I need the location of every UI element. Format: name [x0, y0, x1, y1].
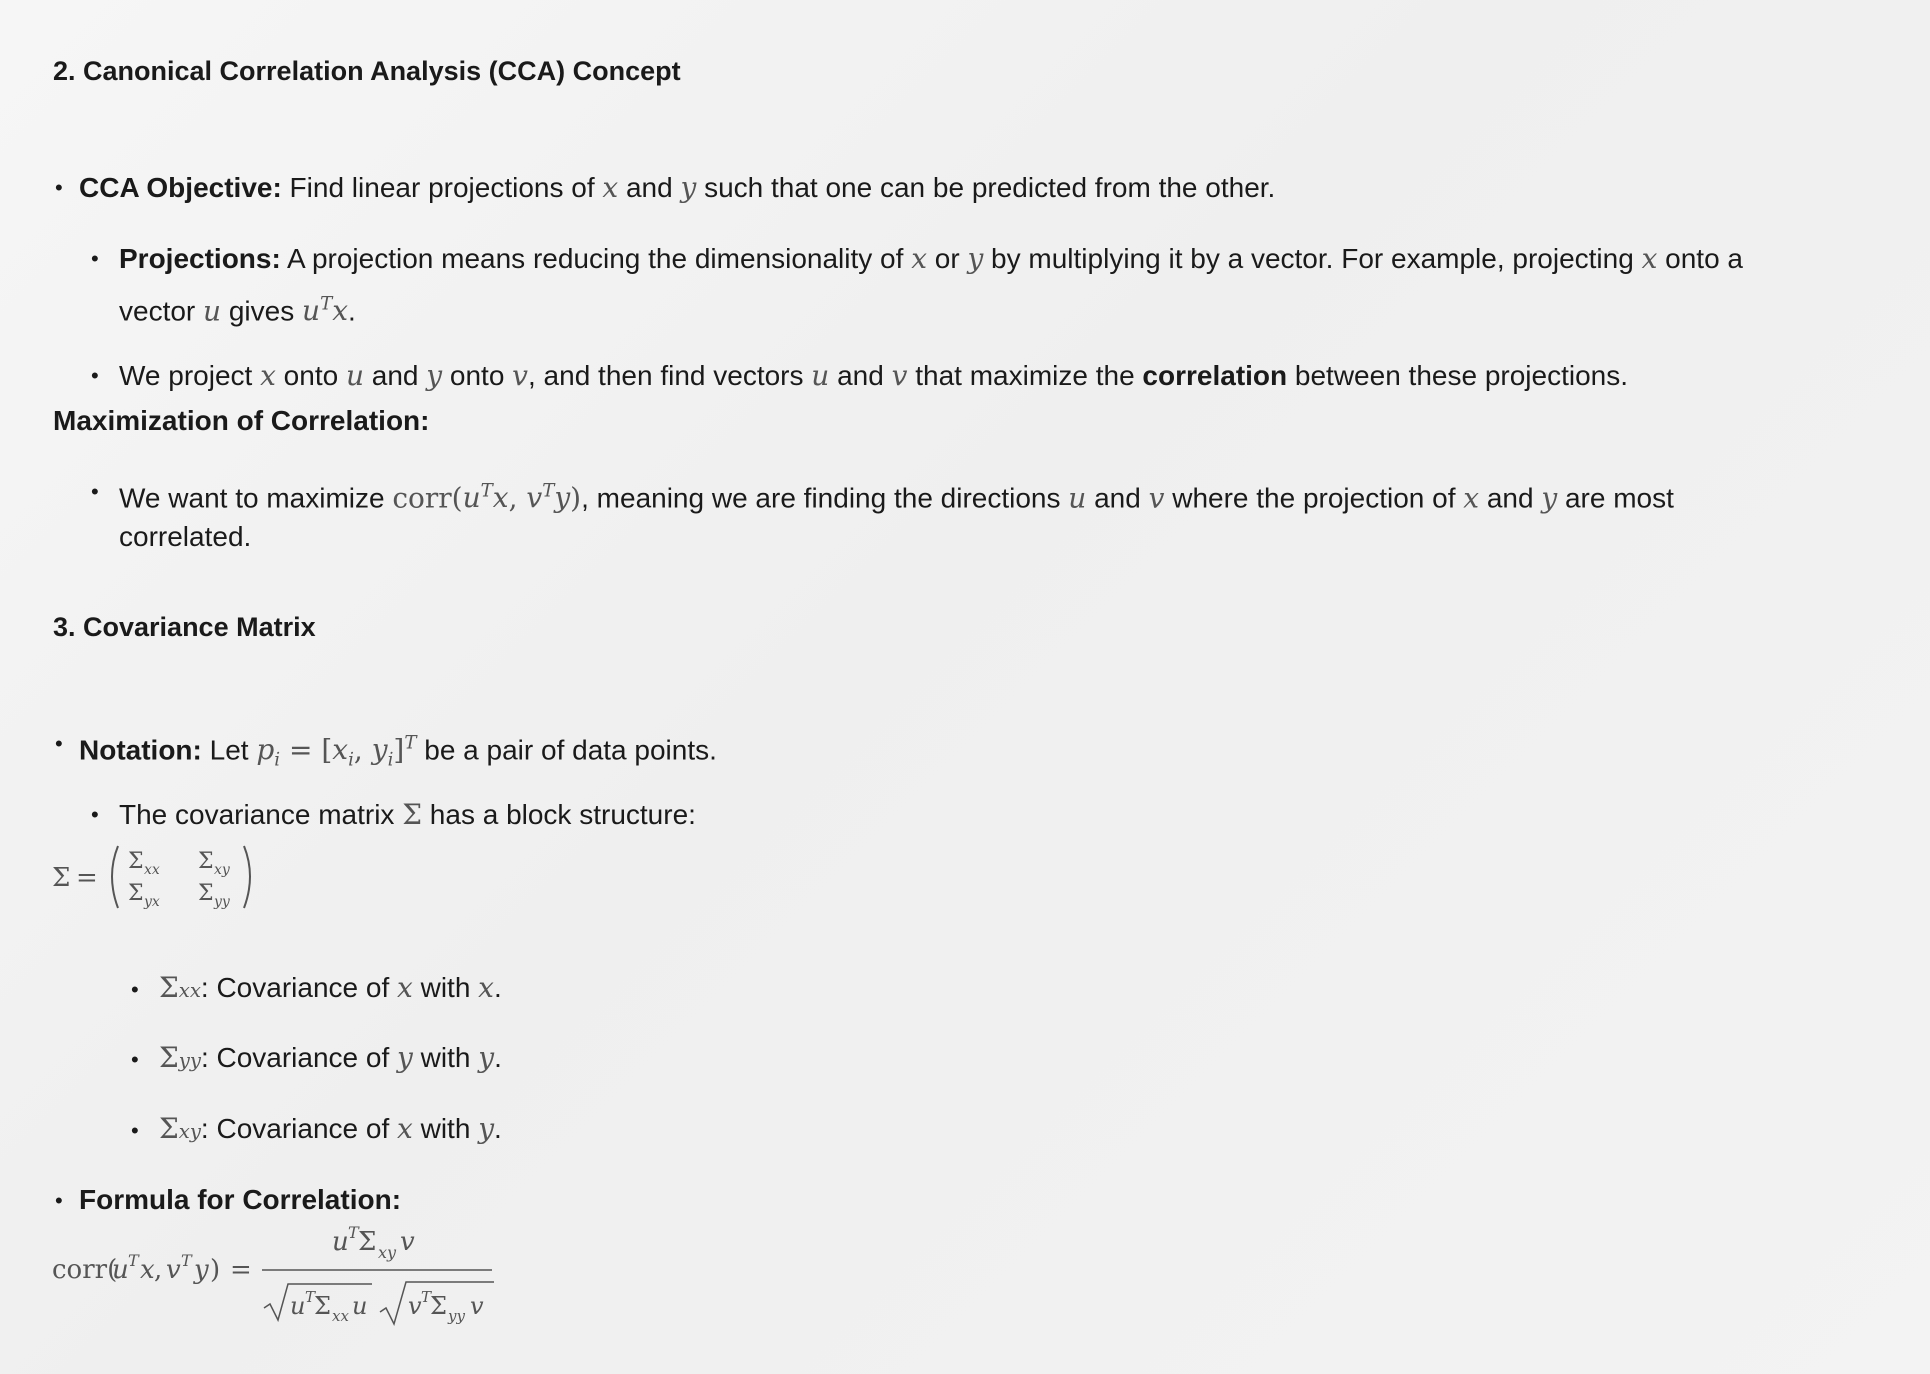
text: : Covariance of — [200, 1113, 398, 1144]
covariance-item: The covariance matrix Σ has a block stru… — [119, 798, 696, 831]
correlation-bold: correlation — [1142, 360, 1288, 391]
svg-text:corr(: corr( — [52, 1255, 117, 1285]
text: The covariance matrix — [119, 799, 403, 830]
svg-text:y: y — [193, 1255, 209, 1285]
svg-text:): ) — [210, 1255, 220, 1285]
svg-text:xy: xy — [378, 1243, 397, 1262]
cca-objective-label: CCA Objective: — [79, 172, 282, 203]
sigma-xx-item: Σxx: Covariance of x with x. — [159, 971, 502, 1004]
text: : Covariance of — [200, 1042, 398, 1073]
svg-text:Σ: Σ — [128, 881, 144, 906]
svg-text:x: x — [140, 1255, 155, 1285]
text: and — [1479, 482, 1542, 514]
sigma-yy-item: Σyy: Covariance of y with y. — [159, 1041, 502, 1074]
text: are most — [1557, 482, 1674, 514]
text: . — [348, 295, 356, 327]
cca-objective-item: CCA Objective: Find linear projections o… — [79, 171, 1276, 204]
svg-text:yy: yy — [213, 894, 231, 910]
text: and — [1086, 482, 1149, 514]
text: , meaning we are finding the directions — [581, 482, 1069, 514]
svg-text:=: = — [230, 1255, 252, 1285]
svg-text:yx: yx — [143, 894, 160, 910]
text: between these projections. — [1287, 360, 1629, 391]
bullet-dot: • — [91, 246, 99, 271]
notation-item: Notation: Let pi = [xi, yi]T be a pair o… — [79, 733, 717, 771]
bullet-dot: • — [91, 802, 99, 827]
svg-text:xx: xx — [144, 862, 160, 878]
text: onto a — [1657, 243, 1744, 274]
text: Let — [201, 734, 257, 766]
projections-item: Projections: A projection means reducing… — [119, 242, 1744, 275]
section-3-heading: 3. Covariance Matrix — [53, 612, 316, 642]
bullet-dot: • — [131, 1118, 139, 1143]
text: that maximize the — [907, 360, 1143, 391]
maximize-item: We want to maximize corr(uTx, vTy), mean… — [119, 481, 1674, 515]
svg-text:Σ: Σ — [314, 1292, 331, 1320]
text: onto — [275, 360, 346, 391]
svg-text:=: = — [76, 863, 98, 893]
svg-text:u: u — [290, 1292, 305, 1320]
text: be a pair of data points. — [416, 734, 717, 766]
text: A projection means reducing the dimensio… — [280, 243, 912, 274]
bullet-dot: • — [55, 731, 63, 756]
text: with — [412, 972, 479, 1003]
correlation-formula: corr( u T x , v T y ) = u T Σ xy v u T Σ… — [52, 1223, 494, 1327]
svg-text:v: v — [166, 1255, 181, 1285]
svg-text:xx: xx — [332, 1307, 349, 1325]
text: with — [412, 1042, 479, 1073]
svg-text:u: u — [352, 1292, 367, 1320]
svg-text:Σ: Σ — [358, 1227, 376, 1257]
svg-text:Σ: Σ — [128, 849, 144, 874]
text: such that one can be predicted from the … — [696, 172, 1276, 203]
text: Find linear projections of — [281, 172, 603, 203]
bullet-dot: • — [91, 479, 99, 504]
maximize-item-cont: correlated. — [119, 521, 252, 552]
text: We want to maximize — [119, 482, 393, 514]
text: gives — [221, 295, 303, 327]
svg-text:xy: xy — [214, 862, 231, 878]
text: and — [364, 360, 427, 391]
text: : Covariance of — [200, 972, 398, 1003]
svg-text:,: , — [154, 1255, 162, 1285]
formula-item: Formula for Correlation: — [79, 1184, 402, 1215]
text: by multiplying it by a vector. For examp… — [983, 243, 1642, 274]
svg-text:yy: yy — [447, 1307, 465, 1325]
projections-label: Projections: — [119, 243, 281, 274]
svg-text:v: v — [408, 1292, 422, 1320]
sigma-xy-item: Σxy: Covariance of x with y. — [159, 1112, 502, 1145]
text: , and then find vectors — [528, 360, 812, 391]
maximization-heading: Maximization of Correlation: — [53, 405, 430, 436]
notation-label: Notation: — [79, 734, 202, 766]
svg-text:v: v — [400, 1227, 415, 1257]
project-item: We project x onto u and y onto v, and th… — [119, 359, 1629, 392]
bullet-dot: • — [91, 363, 99, 388]
svg-text:T: T — [128, 1251, 140, 1270]
svg-text:v: v — [470, 1292, 484, 1320]
text: and — [618, 172, 681, 203]
projections-item-cont: vector u gives uTx. — [119, 294, 356, 328]
svg-text:u: u — [332, 1227, 349, 1257]
covariance-matrix-equation: Σ = Σxx Σxy Σyx Σyy — [52, 845, 251, 910]
text: onto — [442, 360, 513, 391]
text: with — [412, 1113, 479, 1144]
svg-text:Σ: Σ — [198, 849, 214, 874]
text: where the projection of — [1164, 482, 1464, 514]
bullet-dot: • — [131, 1047, 139, 1072]
text: and — [829, 360, 892, 391]
text: has a block structure: — [422, 799, 696, 830]
text: vector — [119, 295, 204, 327]
text: We project — [119, 360, 261, 391]
bullet-dot: • — [55, 1188, 63, 1213]
svg-text:Σ: Σ — [52, 863, 70, 893]
svg-text:Σ: Σ — [198, 881, 214, 906]
svg-text:T: T — [181, 1251, 193, 1270]
svg-text:Σ: Σ — [430, 1292, 447, 1320]
svg-text:u: u — [112, 1255, 129, 1285]
text: or — [926, 243, 968, 274]
section-2-heading: 2. Canonical Correlation Analysis (CCA) … — [53, 56, 681, 86]
bullet-dot: • — [131, 977, 139, 1002]
bullet-dot: • — [55, 175, 63, 200]
